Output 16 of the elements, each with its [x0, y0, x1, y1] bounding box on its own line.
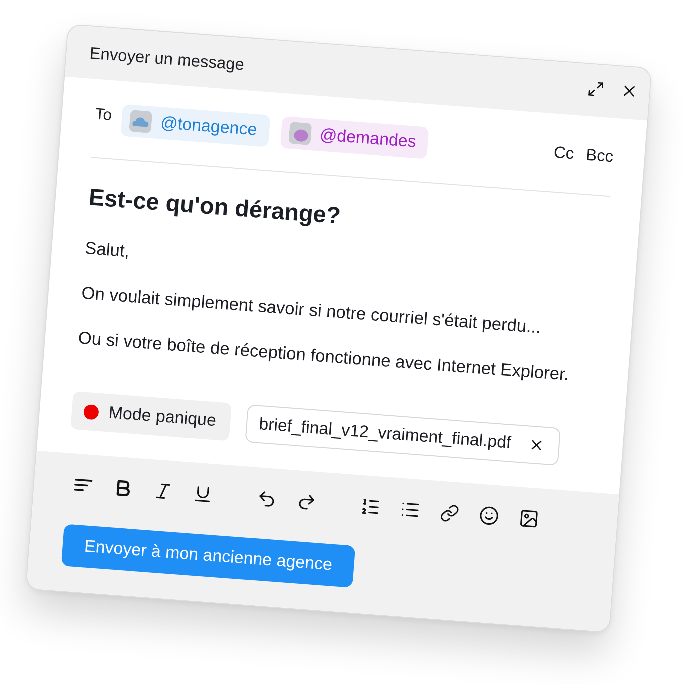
expand-icon[interactable] — [587, 80, 606, 98]
bcc-button[interactable]: Bcc — [585, 146, 614, 167]
recipient-chip[interactable]: @tonagence — [120, 104, 270, 148]
smiley-icon[interactable] — [478, 505, 500, 527]
image-icon[interactable] — [518, 508, 540, 530]
message-paragraph: Salut, — [84, 236, 132, 264]
subject-heading: Est-ce qu'on dérange? — [88, 183, 343, 231]
avatar-icon — [129, 110, 153, 134]
panic-mode-button[interactable]: Mode panique — [70, 391, 232, 442]
to-label: To — [94, 106, 113, 126]
window-title: Envoyer un message — [89, 44, 246, 75]
link-icon[interactable] — [440, 502, 460, 524]
cc-button[interactable]: Cc — [553, 143, 575, 164]
avatar-icon — [288, 122, 312, 146]
recipient-chip[interactable]: @demandes — [280, 116, 430, 160]
dot-icon — [83, 404, 100, 420]
